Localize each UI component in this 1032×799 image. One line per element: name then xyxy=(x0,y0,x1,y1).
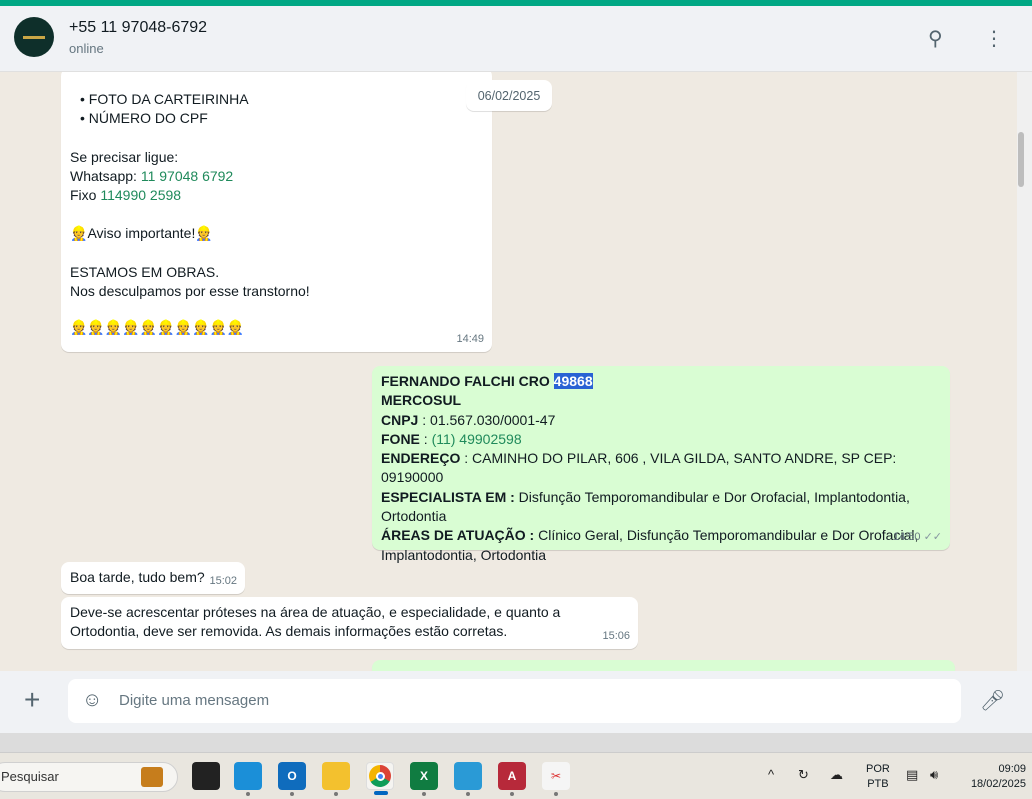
scrollbar[interactable] xyxy=(1017,72,1032,671)
network-icon[interactable]: ▤ xyxy=(906,767,918,783)
chrome-icon[interactable] xyxy=(366,762,394,795)
snipping-tool-icon[interactable]: ✂ xyxy=(542,762,570,796)
message-text: Fixo 114990 2598 xyxy=(70,187,182,204)
outlook-icon[interactable]: O xyxy=(278,762,306,796)
file-explorer-icon[interactable] xyxy=(322,762,350,796)
message-incoming[interactable]: Boa tarde, tudo bem? 15:02 xyxy=(61,562,245,594)
language-indicator[interactable]: POR PTB xyxy=(866,762,890,792)
message-outgoing[interactable]: FERNANDO FALCHI CRO 49868 MERCOSUL CNPJ … xyxy=(372,366,950,563)
taskbar: Pesquisar O X A ✂ ^ ↻ ☁ POR PTB ▤ 🔊︎ 09:0… xyxy=(0,752,1032,799)
phone-link[interactable]: (11) 49902598 xyxy=(432,431,522,447)
notepad-icon[interactable] xyxy=(454,762,482,796)
contact-avatar[interactable] xyxy=(14,17,54,57)
selected-text[interactable]: 49868 xyxy=(553,373,593,389)
attach-plus-icon[interactable]: + xyxy=(24,686,40,714)
search-icon[interactable]: ⚲ xyxy=(928,26,943,51)
sync-icon[interactable]: ↻ xyxy=(798,767,809,783)
message-text: 👷Aviso importante!👷 xyxy=(70,225,213,242)
edge-icon[interactable] xyxy=(234,762,262,796)
phone-link[interactable]: 114990 2598 xyxy=(100,187,181,203)
message-text: Deve-se acrescentar próteses na área de … xyxy=(70,604,561,640)
contact-name[interactable]: +55 11 97048-6792 xyxy=(69,19,207,37)
date-chip: 06/02/2025 xyxy=(466,80,552,111)
compose-bar: + ☺ Digite uma mensagem 🎤︎ xyxy=(0,671,1032,733)
chevron-up-icon[interactable]: ^ xyxy=(768,767,774,782)
input-placeholder: Digite uma mensagem xyxy=(119,692,270,709)
message-time: 14:50 ✓✓ xyxy=(892,530,942,543)
message-outgoing[interactable] xyxy=(372,660,955,671)
briefcase-icon xyxy=(141,767,163,787)
task-view-icon[interactable] xyxy=(192,762,220,790)
microphone-icon[interactable]: 🎤︎ xyxy=(980,688,1005,713)
window-gap xyxy=(0,733,1032,752)
message-text: ESTAMOS EM OBRAS. xyxy=(70,263,220,280)
message-list: • FOTO DA CARTEIRINHA • NÚMERO DO CPF Se… xyxy=(0,72,1017,671)
excel-icon[interactable]: X xyxy=(410,762,438,796)
message-text: Se precisar ligue: xyxy=(70,148,179,165)
bullet-item: • NÚMERO DO CPF xyxy=(80,110,208,127)
emoji-row: 👷👷👷👷👷👷👷👷👷👷 xyxy=(70,319,245,336)
access-icon[interactable]: A xyxy=(498,762,526,796)
message-text: Nos desculpamos por esse transtorno! xyxy=(70,283,310,300)
message-time: 15:02 xyxy=(209,574,237,587)
menu-icon[interactable]: ⋮ xyxy=(984,26,1004,51)
message-time: 15:06 xyxy=(602,629,630,642)
chat-header[interactable]: +55 11 97048-6792 online ⚲ ⋮ xyxy=(0,6,1032,72)
message-incoming[interactable]: • FOTO DA CARTEIRINHA • NÚMERO DO CPF Se… xyxy=(61,72,492,352)
message-time: 14:49 xyxy=(456,332,484,345)
message-text: Whatsapp: 11 97048 6792 xyxy=(70,167,234,184)
clock[interactable]: 09:09 18/02/2025 xyxy=(962,762,1026,792)
message-incoming[interactable]: Deve-se acrescentar próteses na área de … xyxy=(61,597,638,649)
read-ticks-icon: ✓✓ xyxy=(923,530,942,543)
cloud-off-icon[interactable]: ☁ xyxy=(830,767,843,783)
taskbar-search[interactable]: Pesquisar xyxy=(0,762,178,792)
sticker-icon[interactable]: ☺ xyxy=(82,689,102,712)
volume-icon[interactable]: 🔊︎ xyxy=(930,767,938,783)
contact-status: online xyxy=(69,41,104,56)
phone-link[interactable]: 11 97048 6792 xyxy=(141,168,233,184)
message-text: Boa tarde, tudo bem? xyxy=(70,569,205,585)
message-input[interactable]: ☺ Digite uma mensagem xyxy=(68,679,961,723)
bullet-item: • FOTO DA CARTEIRINHA xyxy=(80,91,249,107)
